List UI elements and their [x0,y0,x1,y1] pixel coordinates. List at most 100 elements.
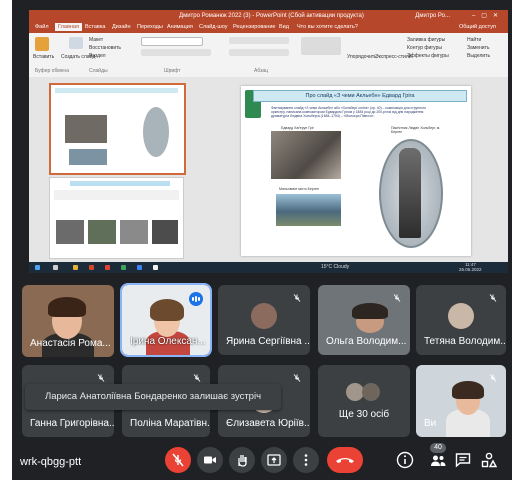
ppt-workspace: Про слайд «З чеми Акльебн» Едвард Гріга … [29,77,508,262]
paragraph-group: Абзац [254,68,269,74]
raise-hand-button[interactable] [229,447,255,473]
leave-call-button[interactable] [327,447,363,473]
clipboard-group: Буфер обмена [35,68,69,74]
outline-label[interactable]: Контур фигуры [407,45,442,51]
bergen-photo [276,194,341,226]
people-icon[interactable] [429,451,447,469]
shared-screen: Дмитро Романюк 2022 (3) - PowerPoint (Сб… [29,10,508,272]
select-label[interactable]: Выделить [467,53,490,59]
participant-name: Єлизавета Юріїв... [226,418,310,429]
slide-canvas[interactable]: Про слайд «З чеми Акльебн» Едвард Гріга … [241,86,471,256]
mic-off-icon [489,374,497,382]
tab-design[interactable]: Дизайн [112,24,131,30]
participant-tile[interactable]: Ольга Володим... [318,285,410,355]
participant-tile[interactable]: Анастасія Рома... [22,285,114,357]
participant-hair [150,299,184,321]
tab-review[interactable]: Рецензирование [233,24,275,30]
photo1-caption: Едвард Хаґеруп Гріг [281,126,314,130]
folder-icon[interactable] [73,265,78,270]
clock-date: 26.05.2022 [459,267,482,272]
participant-name: Ольга Володим... [326,336,407,347]
paste-icon[interactable] [35,37,49,51]
powerpoint-icon[interactable] [89,265,94,270]
more-participants-tile[interactable]: Ще 30 осіб [318,365,410,437]
self-tile[interactable]: Ви [416,365,506,437]
tell-me-box[interactable]: Что вы хотите сделать? [297,24,358,30]
tab-transitions[interactable]: Переходы [137,24,163,30]
tab-animation[interactable]: Анимация [167,24,193,30]
chat-icon[interactable] [454,451,472,469]
participant-avatar [362,383,380,401]
font-format-buttons[interactable] [141,49,211,56]
ppt-ribbon: Вставить Создать слайд Макет Восстановит… [29,33,508,78]
slide-thumb-4[interactable] [49,177,184,259]
section-label[interactable]: Раздел [89,53,106,59]
info-icon[interactable] [396,451,414,469]
call-end-icon [336,458,354,463]
tab-view[interactable]: Вид [279,24,289,30]
search-icon[interactable] [53,265,58,270]
tab-insert[interactable]: Вставка [85,24,105,30]
present-button[interactable] [261,447,287,473]
share-button[interactable]: Общий доступ [459,24,496,30]
edge-icon[interactable] [137,265,142,270]
present-icon [267,454,281,466]
font-name-field[interactable] [141,37,203,46]
paragraph-buttons[interactable] [229,37,289,44]
participant-avatar [448,303,474,329]
reset-label[interactable]: Восстановить [89,45,121,51]
slide-thumb-3[interactable] [49,83,186,175]
grieg-photo [271,131,341,179]
participant-name: Ірина Олексан... [130,336,206,347]
shapes-gallery[interactable] [301,37,341,55]
participant-hair [48,297,86,317]
camera-toggle-button[interactable] [197,447,223,473]
ppt-user: Дмитро Ро... [415,13,450,19]
arrange-label[interactable]: Упорядочить [347,54,377,60]
raise-hand-icon [238,455,247,467]
slide-heading: Про слайд «З чеми Акльебн» Едвард Гріга [253,90,467,102]
mic-off-icon [293,294,301,302]
meeting-code: wrk-qbgg-ptt [20,456,82,468]
mic-off-icon [97,374,105,382]
statue-caption: Пам'ятник Людвіг Хольберг, м. Берген [391,126,441,134]
window-controls[interactable]: –▢✕ [472,10,504,22]
ppt-titlebar: Дмитро Романюк 2022 (3) - PowerPoint (Сб… [29,10,508,22]
more-options-button[interactable] [293,447,319,473]
activities-icon[interactable] [480,451,498,469]
participant-tile-speaking[interactable]: Ірина Олексан... [120,283,212,357]
more-vert-icon [304,454,308,466]
participant-tile[interactable]: Тетяна Володим... [416,285,506,355]
effects-label[interactable]: Эффекты фигуры [407,53,449,59]
paste-label: Вставить [33,54,55,60]
participant-tile[interactable]: Ярина Сергіївна ... [218,285,310,355]
tab-slideshow[interactable]: Слайд-шоу [199,24,228,30]
weather-text: 15°C Cloudy [321,264,350,270]
chrome-icon[interactable] [121,265,126,270]
photo2-caption: Мальовиче місто Берген [279,187,319,191]
windows-start-icon[interactable] [35,265,40,270]
participant-avatar [251,303,277,329]
layout-label[interactable]: Макет [89,37,103,43]
find-label[interactable]: Найти [467,37,481,43]
meet-window: Дмитро Романюк 2022 (3) - PowerPoint (Сб… [12,0,512,480]
tab-home[interactable]: Главная [55,23,82,31]
replace-label[interactable]: Заменить [467,45,489,51]
ppt-ribbon-tabs: Файл Главная Вставка Дизайн Переходы Ани… [29,22,508,33]
fill-label[interactable]: Заливка фигуры [407,37,445,43]
statue-photo [399,148,421,238]
tab-file[interactable]: Файл [35,24,49,30]
mic-toggle-button[interactable] [165,447,191,473]
app-icon[interactable] [105,265,110,270]
participant-name: Ви [424,418,437,429]
participant-name: Анастасія Рома... [30,338,111,349]
windows-taskbar: 15°C Cloudy 11:47 26.05.2022 [29,262,508,273]
slides-group: Слайды [89,68,108,74]
mic-off-icon [193,374,201,382]
participant-name: Поліна Маратівн... [130,418,210,429]
align-buttons[interactable] [229,49,289,56]
chrome-icon-2[interactable] [153,265,158,270]
font-group: Шрифт [164,68,181,74]
ppt-title: Дмитро Романюк 2022 (3) - PowerPoint (Сб… [179,13,364,19]
new-slide-icon[interactable] [69,37,83,49]
